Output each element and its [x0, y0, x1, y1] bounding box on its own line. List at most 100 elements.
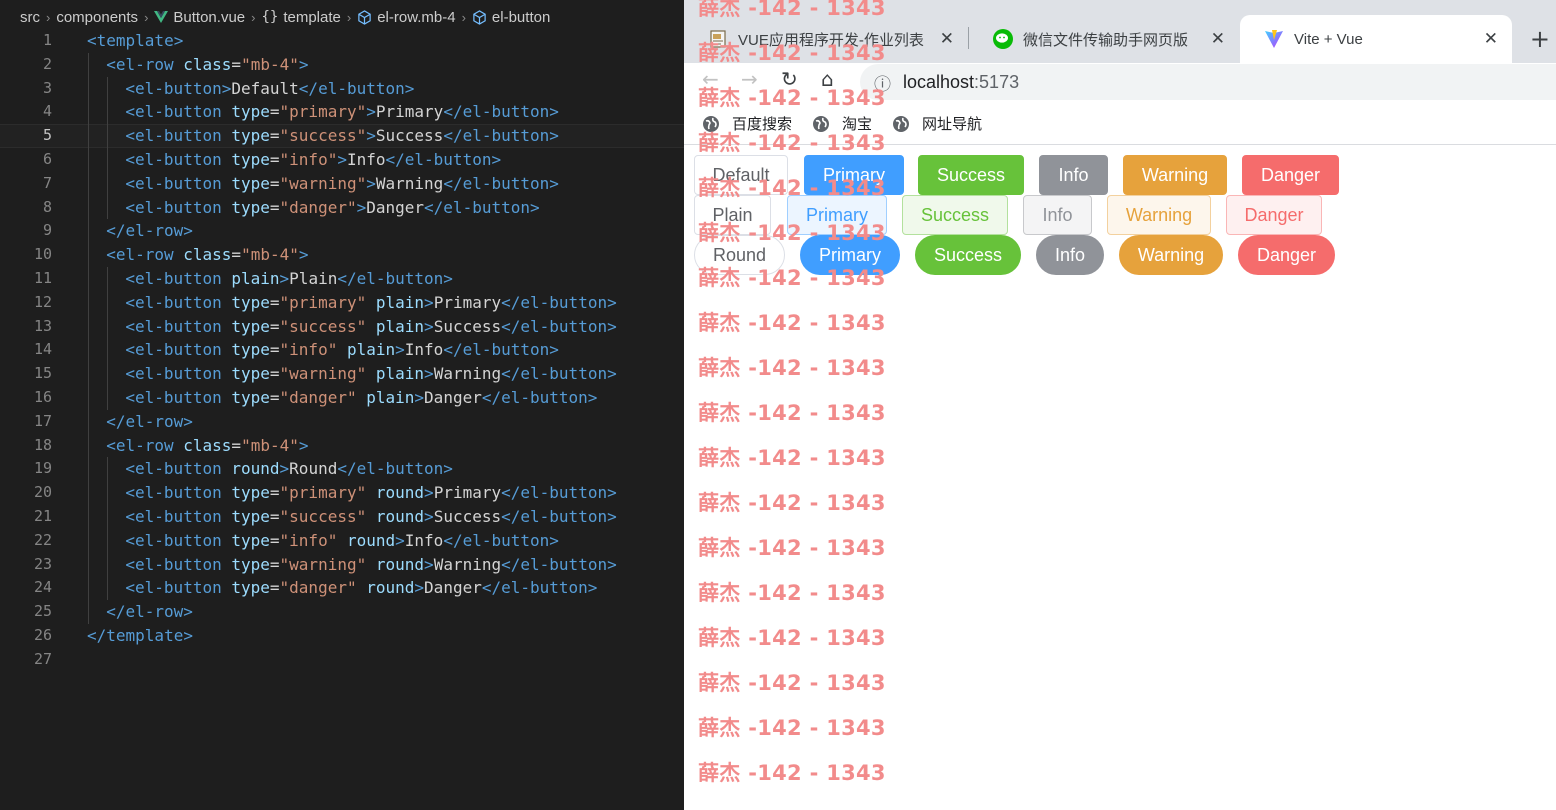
code-line[interactable]: 5 <el-button type="success">Success</el-b… [0, 124, 684, 148]
breadcrumb-item[interactable]: el-button [472, 9, 550, 26]
code-token: = [269, 483, 280, 503]
tab-close-icon[interactable]: ✕ [1484, 29, 1498, 49]
indent-guide [88, 147, 89, 172]
round-info-button[interactable]: Info [1036, 235, 1104, 275]
line-number: 24 [33, 578, 52, 597]
indent-guide [88, 290, 89, 315]
code-token: Success [375, 126, 444, 146]
code-token: type [231, 197, 270, 217]
code-line[interactable]: 2 <el-row class="mb-4"> [0, 52, 684, 77]
code-line[interactable]: 24 <el-button type="danger" round>Danger<… [0, 576, 684, 601]
code-token: Warning [433, 364, 502, 384]
indent-guide [88, 552, 89, 577]
code-text: <el-button type="danger">Danger</el-butt… [125, 196, 539, 220]
code-line[interactable]: 12 <el-button type="primary" plain>Primar… [0, 290, 684, 315]
code-line[interactable]: 3 <el-button>Default</el-button> [0, 76, 684, 101]
code-line[interactable]: 11 <el-button plain>Plain</el-button> [0, 266, 684, 291]
code-area[interactable]: 1 <template> 2 <el-row class="mb-4"> 3 <el-bu… [0, 29, 684, 672]
watermark-text: 薛杰 -142 - 1343 [698, 716, 886, 740]
code-line[interactable]: 25 </el-row> [0, 600, 684, 624]
code-token: > [414, 387, 425, 407]
code-line[interactable]: 14 <el-button type="info" plain>Info</el-… [0, 338, 684, 363]
breadcrumb-item[interactable]: el-row.mb-4 [357, 9, 456, 26]
plain-warning-button[interactable]: Warning [1107, 195, 1211, 235]
code-line[interactable]: 23 <el-button type="warning" round>Warnin… [0, 552, 684, 577]
code-line[interactable]: 16 <el-button type="danger" plain>Danger<… [0, 385, 684, 410]
code-text: <el-button type="success">Success</el-bu… [125, 124, 559, 148]
solid-info-button[interactable]: Info [1039, 155, 1108, 195]
code-token: type [231, 554, 270, 574]
plain-danger-button[interactable]: Danger [1226, 195, 1322, 235]
plain-info-button[interactable]: Info [1023, 195, 1092, 235]
round-danger-button[interactable]: Danger [1238, 235, 1335, 275]
line-number: 7 [42, 173, 52, 192]
breadcrumb-item[interactable]: Button.vue [154, 9, 245, 26]
code-line[interactable]: 19 <el-button round>Round</el-button> [0, 457, 684, 482]
code-token: > [298, 245, 309, 265]
code-line[interactable]: 18 <el-row class="mb-4"> [0, 433, 684, 458]
code-token: </el-button> [501, 554, 617, 574]
code-token: type [231, 578, 270, 598]
code-token: "success" [279, 126, 367, 146]
code-token: <el-button [125, 340, 232, 360]
code-token: plain [375, 364, 425, 384]
code-token: class [183, 435, 232, 455]
code-token: <el-button [125, 149, 232, 169]
code-token: Danger [424, 387, 482, 407]
indent-guide [88, 124, 89, 148]
tab-wechat-file-transfer[interactable]: 微信文件传输助手网页版 ✕ [969, 15, 1239, 63]
code-token: "success" [279, 506, 367, 526]
code-token: plain [366, 387, 415, 407]
indent-guide [107, 338, 109, 363]
code-line[interactable]: 17 </el-row> [0, 409, 684, 434]
indent-guide [88, 600, 89, 624]
round-warning-button[interactable]: Warning [1119, 235, 1223, 275]
code-token: </el-row> [106, 221, 193, 241]
code-line[interactable]: 20 <el-button type="primary" round>Primar… [0, 481, 684, 505]
code-token: </el-button> [443, 173, 559, 193]
code-line[interactable]: 10 <el-row class="mb-4"> [0, 243, 684, 267]
code-token: > [366, 126, 376, 146]
code-token: </el-button> [385, 149, 502, 169]
solid-danger-button[interactable]: Danger [1242, 155, 1339, 195]
indent-guide [88, 314, 89, 339]
code-line[interactable]: 27 [0, 648, 684, 672]
code-editor[interactable]: src › components › Button.vue › {} template › el-… [0, 0, 684, 810]
code-line[interactable]: 4 <el-button type="primary">Primary</el-b… [0, 100, 684, 125]
code-token: <el-row [106, 54, 184, 74]
code-token: > [424, 554, 434, 574]
code-token: <el-row [106, 245, 184, 265]
indent-guide [88, 385, 89, 410]
code-line[interactable]: 8 <el-button type="danger">Danger</el-but… [0, 195, 684, 220]
code-line[interactable]: 26 </template> [0, 624, 684, 648]
line-number: 20 [33, 483, 52, 502]
indent-guide [88, 100, 89, 125]
address-bar[interactable]: ⓘ localhost:5173 [860, 64, 1556, 100]
new-tab-button[interactable]: + [1530, 25, 1550, 53]
solid-warning-button[interactable]: Warning [1123, 155, 1227, 195]
tab-vite-vue[interactable]: Vite + Vue ✕ [1240, 15, 1512, 63]
code-line[interactable]: 22 <el-button type="info" round>Info</el-… [0, 528, 684, 553]
plain-success-button[interactable]: Success [902, 195, 1008, 235]
breadcrumb-label: components [56, 8, 139, 26]
code-line[interactable]: 6 <el-button type="info">Info</el-button> [0, 147, 684, 172]
code-token: Plain [289, 268, 338, 288]
breadcrumb-item[interactable]: components [56, 9, 138, 26]
code-line[interactable]: 1 <template> [0, 29, 684, 53]
code-line[interactable]: 9 </el-row> [0, 219, 684, 244]
code-line[interactable]: 15 <el-button type="warning" plain>Warnin… [0, 362, 684, 386]
tab-close-icon[interactable]: ✕ [1211, 29, 1225, 49]
bookmark-nav[interactable]: 网址导航 [892, 113, 982, 134]
breadcrumb-item[interactable]: {} template [261, 9, 340, 26]
code-line[interactable]: 7 <el-button type="warning">Warning</el-b… [0, 171, 684, 196]
code-line[interactable]: 13 <el-button type="success" plain>Succes… [0, 314, 684, 339]
breadcrumb-item[interactable]: src [20, 9, 40, 26]
round-success-button[interactable]: Success [915, 235, 1021, 275]
code-token: > [298, 435, 309, 455]
code-token: "warning" [279, 554, 367, 574]
tab-close-icon[interactable]: ✕ [940, 29, 954, 49]
code-line[interactable]: 21 <el-button type="success" round>Succes… [0, 504, 684, 529]
solid-success-button[interactable]: Success [918, 155, 1024, 195]
